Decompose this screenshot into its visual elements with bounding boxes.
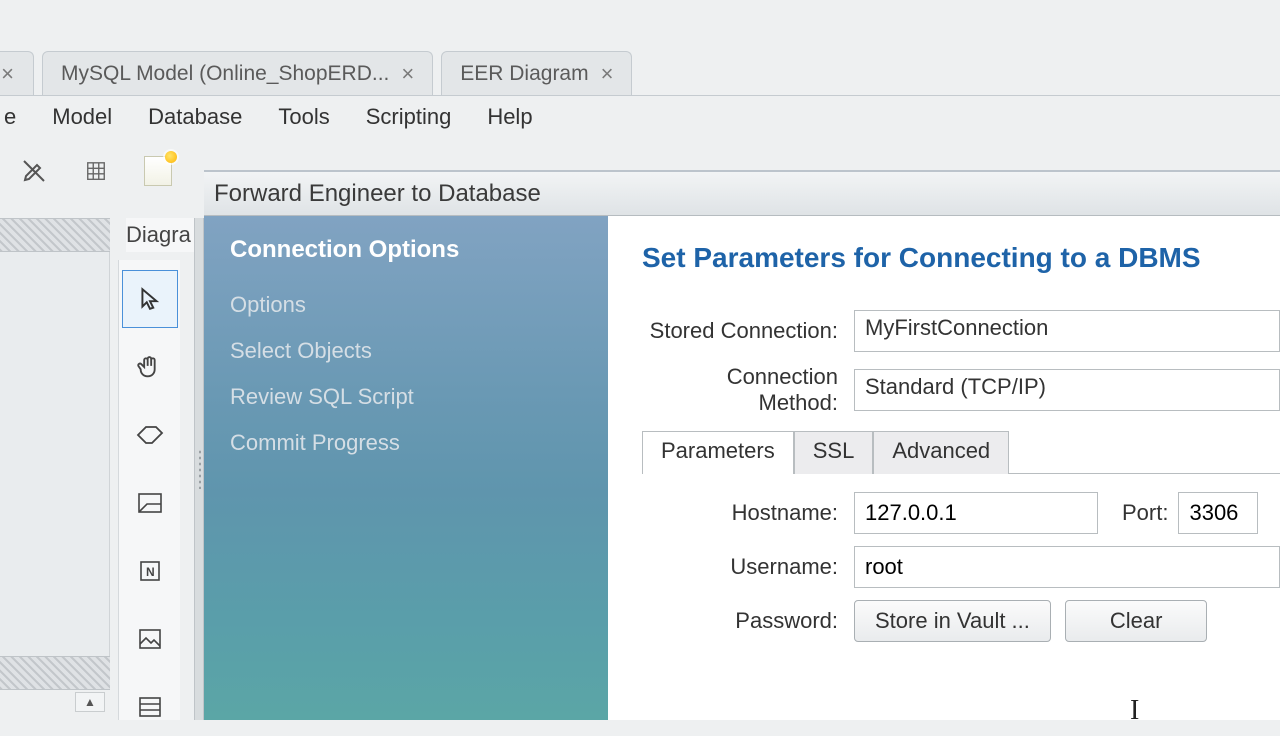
menu-help[interactable]: Help <box>487 104 532 130</box>
grid-icon[interactable] <box>82 157 110 185</box>
page-heading: Set Parameters for Connecting to a DBMS <box>642 242 1280 274</box>
panel-header-diagram: Diagra <box>126 218 198 252</box>
label-username: Username: <box>642 554 854 580</box>
collapse-arrow-icon[interactable]: ▲ <box>75 692 105 712</box>
subtab-parameters[interactable]: Parameters <box>642 431 794 474</box>
tool-palette: N <box>118 260 180 720</box>
tab-mysql-model[interactable]: MySQL Model (Online_ShopERD... × <box>42 51 433 95</box>
panel-grip-top[interactable] <box>0 218 110 252</box>
splitter-handle[interactable] <box>194 218 204 720</box>
eraser-tool-icon[interactable] <box>122 406 178 464</box>
label-port: Port: <box>1122 500 1168 526</box>
store-in-vault-button[interactable]: Store in Vault ... <box>854 600 1051 642</box>
image-tool-icon[interactable] <box>122 610 178 668</box>
menu-item[interactable]: e <box>4 104 16 130</box>
menu-database[interactable]: Database <box>148 104 242 130</box>
forward-engineer-dialog: Forward Engineer to Database Connection … <box>204 170 1280 720</box>
svg-text:N: N <box>146 565 155 579</box>
layer-tool-icon[interactable] <box>122 474 178 532</box>
menu-model[interactable]: Model <box>52 104 112 130</box>
panel-strip <box>0 252 110 656</box>
wizard-step-commit-progress[interactable]: Commit Progress <box>230 430 582 456</box>
subtab-advanced[interactable]: Advanced <box>873 431 1009 474</box>
select-value: MyFirstConnection <box>865 315 1048 340</box>
dialog-content: Set Parameters for Connecting to a DBMS … <box>608 216 1280 720</box>
panel-grip-bottom[interactable] <box>0 656 110 690</box>
stored-connection-select[interactable]: MyFirstConnection <box>854 310 1280 352</box>
wizard-step-connection-options[interactable]: Connection Options <box>230 236 582 264</box>
select-value: Standard (TCP/IP) <box>865 374 1046 399</box>
subtab-ssl[interactable]: SSL <box>794 431 874 474</box>
dialog-title: Forward Engineer to Database <box>204 172 1280 216</box>
port-input[interactable] <box>1178 492 1258 534</box>
close-icon[interactable]: × <box>1 61 14 87</box>
wizard-steps: Connection Options Options Select Object… <box>204 216 608 720</box>
new-note-icon[interactable] <box>144 157 172 185</box>
label-connection-method: Connection Method: <box>642 364 854 416</box>
pointer-tool-icon[interactable] <box>122 270 178 328</box>
connection-method-select[interactable]: Standard (TCP/IP) <box>854 369 1280 411</box>
note-tool-icon[interactable]: N <box>122 542 178 600</box>
clear-button[interactable]: Clear <box>1065 600 1208 642</box>
close-icon[interactable]: × <box>401 61 414 87</box>
menu-tools[interactable]: Tools <box>278 104 329 130</box>
table-tool-icon[interactable] <box>122 678 178 736</box>
menubar: e Model Database Tools Scripting Help <box>0 96 1280 138</box>
wizard-step-options[interactable]: Options <box>230 292 582 318</box>
username-input[interactable] <box>854 546 1280 588</box>
tab-label: MySQL Model (Online_ShopERD... <box>61 62 389 86</box>
label-hostname: Hostname: <box>642 500 854 526</box>
pencil-slash-icon[interactable] <box>20 157 48 185</box>
menu-scripting[interactable]: Scripting <box>366 104 452 130</box>
wizard-step-review-sql[interactable]: Review SQL Script <box>230 384 582 410</box>
tab-strip: × MySQL Model (Online_ShopERD... × EER D… <box>0 38 1280 96</box>
label-password: Password: <box>642 608 854 634</box>
tab-label: EER Diagram <box>460 62 588 86</box>
arrow-glyph: ▲ <box>84 695 96 709</box>
close-icon[interactable]: × <box>601 61 614 87</box>
tab-eer-diagram[interactable]: EER Diagram × <box>441 51 632 95</box>
label-stored-connection: Stored Connection: <box>642 318 854 344</box>
wizard-step-select-objects[interactable]: Select Objects <box>230 338 582 364</box>
hand-tool-icon[interactable] <box>122 338 178 396</box>
tab-home[interactable]: × <box>0 51 34 95</box>
hostname-input[interactable] <box>854 492 1098 534</box>
connection-subtabs: Parameters SSL Advanced <box>642 430 1280 474</box>
